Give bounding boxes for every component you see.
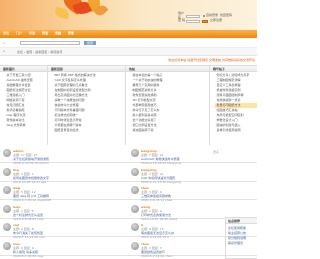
breadcrumb[interactable]: 论坛 › 发现 › 最新回复 › 新闻资讯 — [17, 50, 62, 55]
module-grid: 最新图片 水下开发工具介绍AutoCAD 插件安装基础教程分享合集图纸标注规范讨… — [0, 65, 257, 145]
thread-meta: 2020-5-1 00:00 new — [13, 253, 44, 258]
thread-row: dwg 主题: 5 回复: 12 图纸 dwg 转 pdf 工具推荐 2020-4-3… — [0, 183, 257, 202]
search-bar: ⌕ 搜索 — [0, 38, 257, 48]
password-label: 密 码 — [178, 18, 185, 23]
search-icon: ⌕ — [3, 40, 5, 45]
home-icon[interactable]: ⌂ — [3, 49, 5, 54]
side-box-link[interactable]: 联系管理员 — [228, 241, 257, 246]
thread-info: lisp 主题: 0 回复: 1 如何在图纸中批量修改文字 2019-10-10 14… — [13, 168, 113, 184]
login-form: 用户名 自动登录 找回密码 密 码 立即注册 — [178, 11, 257, 30]
login-button[interactable] — [202, 19, 208, 23]
thread-info: zhao 主题: 3 回复: 9 三维实体建模问题求教 2020-3-8 12:12 … — [141, 186, 241, 202]
avatar[interactable] — [131, 223, 139, 231]
avatar[interactable] — [131, 241, 139, 250]
more-link[interactable]: 更多 — [213, 150, 219, 155]
header-banner: 用户名 自动登录 找回密码 密 码 立即注册 — [0, 0, 257, 30]
thread-info: dwg 主题: 5 回复: 12 图纸 dwg 转 pdf 工具推荐 2020-4-3… — [13, 186, 113, 202]
module-list-item[interactable]: 填充图案库下载 — [131, 128, 209, 133]
thread-info: cad 主题: 2 回复: 8 命令行消失了如何找回 2020-1-15 11:20 … — [13, 223, 113, 239]
search-input[interactable] — [20, 41, 80, 45]
module-col-hot: 热帖 我在本坛的第一个帖子一个关于动态块的教程推荐几个实用的插件制图规范资料分享… — [126, 66, 210, 145]
nav-item[interactable]: 家园 — [55, 31, 61, 36]
thread-row: lisp 主题: 0 回复: 1 如何在图纸中批量修改文字 2019-10-10 14… — [0, 165, 257, 184]
thread-info: admin 主题: 17 回复: 27 关于论坛新版块开通的通知 2020-4-30 … — [13, 149, 113, 165]
avatar[interactable] — [3, 149, 11, 157]
username-input[interactable] — [186, 14, 200, 18]
thread-row: help 主题: 1 回复: 5 这个标注样式怎么设置 2019-8-8 08:08 … — [0, 202, 257, 221]
thread-info: kangying 主题: 7 回复: 21 AutoCAD 常用快捷命令整理 2020… — [141, 149, 241, 165]
thread-row: new 主题: 0 回复: 0 新人报到 请多关照 2020-5-1 00:00 ne… — [0, 239, 257, 258]
module-list-item[interactable]: 多重引线使用说明 — [215, 128, 257, 133]
nav-item[interactable]: 论坛 — [3, 31, 9, 36]
avatar[interactable] — [3, 241, 11, 250]
module-col-digest: 精华帖子 知识分享 | 如何成为高手工程制图规范详解自定义工具栏教程机械零件建模… — [210, 66, 257, 145]
avatar[interactable] — [3, 204, 11, 213]
notice-bar: 欢迎访问本站 请遵守社区规定 文明发帖 共同维护良好的交流环境 — [0, 56, 257, 65]
search-button[interactable]: 搜索 — [84, 41, 96, 45]
notice-text[interactable]: 欢迎访问本站 请遵守社区规定 文明发帖 共同维护良好的交流环境 — [168, 58, 255, 63]
banner-leaf-decoration — [54, 6, 70, 20]
breadcrumb-bar: ⌂ 论坛 › 发现 › 最新回复 › 新闻资讯 — [0, 48, 257, 56]
avatar[interactable] — [131, 204, 139, 213]
nav-item[interactable]: 门户 — [16, 31, 22, 36]
avatar[interactable] — [3, 186, 11, 194]
thread-list: admin 主题: 17 回复: 27 关于论坛新版块开通的通知 2020-4-30 … — [0, 146, 257, 259]
nav-item[interactable]: 导读 — [29, 31, 35, 36]
thread-info: help 主题: 1 回复: 5 这个标注样式怎么设置 2019-8-8 08:08 … — [13, 205, 113, 221]
side-box: 站点推荐 论坛使用帮助 版主招募公告 积分规则说明 联系管理员 — [225, 217, 257, 259]
thread-info: kangying 主题: 7 回复: 21 CAD 中如何快速对齐图形 2020-2-… — [141, 168, 241, 184]
avatar[interactable] — [131, 167, 139, 176]
avatar[interactable] — [3, 167, 11, 176]
module-col-images: 最新图片 水下开发工具介绍AutoCAD 插件安装基础教程分享合集图纸标注规范讨… — [0, 66, 48, 145]
register-link[interactable]: 立即注册 — [210, 18, 222, 23]
avatar[interactable] — [131, 186, 139, 194]
main-nav: 论坛 门户 导读 群组 家园 帮助 — [0, 30, 257, 38]
module-list-item[interactable]: dwg 文件转换 — [5, 123, 47, 128]
avatar[interactable] — [3, 223, 11, 231]
thread-info: new 主题: 0 回复: 0 新人报到 请多关照 2020-5-1 00:00 ne… — [13, 242, 113, 258]
remember-checkbox[interactable] — [203, 15, 205, 17]
nav-item[interactable]: 群组 — [42, 31, 48, 36]
password-input[interactable] — [186, 19, 200, 23]
module-col-latest-replies: 最新回复 PRT 转换 PDF 格式的解决方法CAD 文字乱码怎么处理关于图层管… — [48, 66, 126, 145]
avatar[interactable] — [131, 149, 139, 157]
nav-item[interactable]: 帮助 — [68, 31, 74, 36]
thread-row: cad 主题: 2 回复: 8 命令行消失了如何找回 2020-1-15 11:20 … — [0, 220, 257, 239]
module-list-item[interactable]: 图纸目录自动生成 — [53, 128, 125, 133]
